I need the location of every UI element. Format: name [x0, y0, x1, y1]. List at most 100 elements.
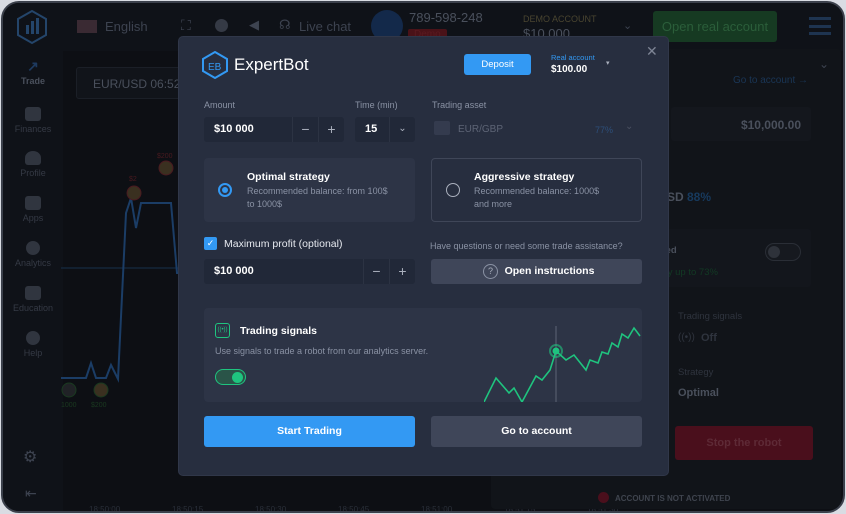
sidebar-item-label: Analytics — [14, 258, 51, 268]
sidebar-item-finances[interactable]: Finances — [3, 107, 63, 134]
signal-icon: ((•)) — [215, 323, 230, 338]
max-profit-checkbox[interactable]: ✓ — [204, 237, 217, 250]
signal-icon: ((•)) — [678, 332, 695, 343]
go-to-account-link[interactable]: Go to account → — [733, 75, 808, 86]
signals-chart-illustration — [484, 326, 641, 402]
go-to-account-button[interactable]: Go to account — [431, 416, 642, 447]
deposit-button[interactable]: Deposit — [464, 54, 531, 75]
asset-percent: 88% — [687, 190, 712, 204]
sidebar-item-label: Apps — [22, 213, 44, 223]
pie-icon — [26, 241, 40, 255]
sidebar-item-label: Profile — [20, 168, 46, 178]
signals-title: Trading signals — [240, 325, 318, 337]
strategy-desc: Recommended balance: 1000$ and more — [474, 186, 600, 209]
panel-balance: $10,000.00 — [740, 118, 801, 132]
open-real-account-button[interactable]: Open real account — [653, 11, 777, 42]
amount-input[interactable]: $10 000 − + — [204, 117, 344, 142]
radio-selected[interactable] — [218, 183, 232, 197]
trend-icon: ↗ — [27, 58, 39, 74]
close-icon[interactable]: ✕ — [646, 43, 658, 60]
time-tick: 18:50:30 — [255, 505, 287, 513]
trade-label: 1000 — [61, 402, 77, 409]
asset-selector[interactable]: EUR/USD 06:52 — [76, 67, 196, 99]
max-profit-input[interactable]: $10 000 − + — [204, 259, 415, 284]
decrease-button[interactable]: − — [292, 117, 318, 142]
trading-signals-card: ((•)) Trading signals Use signals to tra… — [204, 308, 642, 402]
chevron-down-icon[interactable]: ⌄ — [623, 19, 632, 32]
sidebar: ↗ Trade Finances Profile Apps Analytics E… — [3, 51, 63, 511]
settings-icon[interactable]: ⚙ — [23, 447, 37, 467]
chevron-down-icon[interactable]: ⌄ — [819, 57, 829, 71]
sidebar-item-analytics[interactable]: Analytics — [3, 241, 63, 268]
time-value: 15 — [365, 123, 378, 135]
trade-label: $200 — [157, 153, 173, 160]
time-label: Time (min) — [355, 100, 398, 110]
language-selector[interactable]: English — [105, 19, 148, 34]
asset-value[interactable]: EUR/GBP — [458, 124, 503, 135]
optimal-strategy-option[interactable]: Optimal strategy Recommended balance: fr… — [204, 158, 415, 222]
help-icon[interactable] — [215, 19, 228, 32]
sidebar-item-apps[interactable]: Apps — [3, 196, 63, 223]
sound-icon[interactable]: ◀ — [249, 17, 259, 33]
time-tick: 18:50:00 — [89, 505, 121, 513]
sidebar-item-label: Trade — [20, 76, 45, 86]
question-icon: ? — [483, 264, 498, 279]
time-select[interactable]: 15 ⌄ — [355, 117, 415, 142]
fullscreen-icon[interactable]: ⛶ — [181, 17, 191, 34]
account-type-label: Real account — [551, 53, 595, 62]
signals-toggle[interactable] — [215, 369, 246, 385]
logout-icon[interactable]: ⇤ — [25, 485, 37, 502]
aggressive-strategy-option[interactable]: Aggressive strategy Recommended balance:… — [431, 158, 642, 222]
signals-desc: Use signals to trade a robot from our an… — [215, 346, 429, 356]
radio-unselected[interactable] — [446, 183, 460, 197]
increase-button[interactable]: + — [389, 259, 415, 284]
robot-toggle[interactable] — [765, 243, 801, 261]
money-icon — [25, 107, 41, 121]
account-type: DEMO ACCOUNT — [523, 14, 597, 24]
live-chat-link[interactable]: Live chat — [299, 19, 351, 34]
start-trading-button[interactable]: Start Trading — [204, 416, 415, 447]
sidebar-item-label: Education — [12, 303, 54, 313]
grid-icon — [25, 196, 41, 210]
info-icon — [26, 331, 40, 345]
accuracy-text: cy up to 73% — [663, 267, 718, 278]
max-profit-value: $10 000 — [214, 265, 254, 277]
strategy-desc: Recommended balance: from 100$ to 1000$ — [247, 186, 388, 209]
app-logo-icon — [17, 9, 47, 45]
asset-percent: 77% — [595, 125, 614, 135]
chevron-down-icon[interactable]: ⌄ — [389, 117, 415, 142]
brand-name: ExpertBot — [234, 55, 309, 74]
robot-toggle-card: led cy up to 73% — [661, 229, 811, 287]
account-warning: ACCOUNT IS NOT ACTIVATED — [615, 494, 731, 503]
increase-button[interactable]: + — [318, 117, 344, 142]
time-tick: 18:50:45 — [338, 505, 370, 513]
max-profit-label: Maximum profit (optional) — [224, 238, 343, 250]
sidebar-item-label: Help — [23, 348, 43, 358]
strategy-value: Optimal — [678, 387, 719, 399]
balance-box: $10,000.00 — [671, 107, 811, 141]
caret-down-icon[interactable]: ▾ — [606, 59, 610, 67]
signals-value: Off — [701, 332, 717, 344]
strategy-title: Optimal strategy — [247, 171, 330, 183]
help-text: Have questions or need some trade assist… — [430, 241, 623, 251]
asset-name: SD — [667, 190, 684, 204]
strategy-title: Aggressive strategy — [474, 171, 575, 183]
user-id: 789-598-248 — [409, 10, 483, 25]
sidebar-item-education[interactable]: Education — [3, 286, 63, 313]
amount-label: Amount — [204, 100, 236, 110]
chevron-down-icon[interactable]: ⌄ — [625, 121, 633, 132]
sidebar-item-label: Finances — [14, 124, 52, 134]
sidebar-item-help[interactable]: Help — [3, 331, 63, 358]
amount-value: $10 000 — [214, 123, 254, 135]
asset-label: EUR/USD 06:52 — [93, 77, 181, 91]
sidebar-item-profile[interactable]: Profile — [3, 151, 63, 178]
stop-robot-button[interactable]: Stop the robot — [675, 426, 813, 460]
asset-label: Trading asset — [432, 100, 487, 110]
decrease-button[interactable]: − — [363, 259, 389, 284]
menu-icon[interactable] — [809, 17, 831, 35]
sidebar-item-trade[interactable]: ↗ Trade — [3, 59, 63, 86]
account-balance: $100.00 — [551, 64, 588, 75]
trade-label: $2 — [129, 176, 137, 183]
price-chart: $200 $2 1000 $200 — [61, 153, 191, 409]
open-instructions-button[interactable]: ? Open instructions — [431, 259, 642, 284]
